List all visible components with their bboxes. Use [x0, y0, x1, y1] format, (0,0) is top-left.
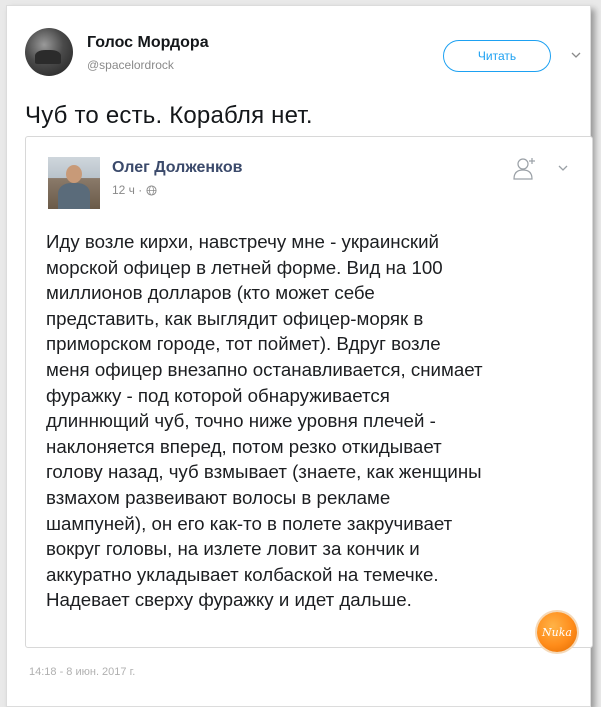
body-line: длиннющий чуб, точно ниже уровня плечей … [46, 410, 436, 432]
body-line: шампуней), он его как-то в полете закруч… [46, 512, 453, 534]
quoted-author-avatar[interactable] [48, 157, 100, 209]
body-line: взмахом развеивают волосы в рекламе [46, 486, 391, 508]
body-line: Иду возле кирхи, навстречу мне - украинс… [46, 231, 439, 252]
body-line: вокруг головы, на излете ловит за кончик… [46, 538, 420, 560]
quoted-post-meta: 12 ч · [112, 183, 157, 197]
body-line: миллионов долларов (кто может себе [46, 282, 375, 304]
tweet-date[interactable]: 14:18 - 8 июн. 2017 г. [29, 666, 135, 678]
watermark-badge: Nuka [537, 612, 577, 652]
globe-icon [146, 184, 157, 196]
body-line: представить, как выглядит офицер-моряк в [46, 307, 424, 329]
tweet-text: Чуб то есть. Корабля нет. [25, 102, 313, 129]
body-line: аккуратно укладывает колбаской на темечк… [46, 563, 439, 585]
body-line: фуражку - под которой обнаруживается [46, 384, 390, 406]
body-line: морской офицер в летней форме. Вид на 10… [46, 256, 443, 278]
body-line: меня офицер внезапно останавливается, сн… [46, 358, 483, 380]
body-line: Надевает сверху фуражку и идет дальше. [46, 589, 412, 611]
body-line: наклоняется вперед, потом резко откидыва… [46, 435, 442, 457]
tweet-card: Голос Мордора @spacelordrock Читать Чуб … [6, 5, 593, 707]
author-avatar[interactable] [25, 28, 73, 76]
quoted-post-time[interactable]: 12 ч · [112, 183, 142, 197]
author-name[interactable]: Голос Мордора [87, 34, 209, 52]
chevron-down-icon[interactable] [558, 163, 568, 173]
body-line: приморском городе, тот поймет). Вдруг во… [46, 333, 441, 355]
quoted-post-body: Иду возле кирхи, навстречу мне - украинс… [46, 229, 572, 613]
follow-button[interactable]: Читать [443, 40, 551, 72]
chevron-down-icon[interactable] [571, 50, 581, 60]
author-handle[interactable]: @spacelordrock [87, 58, 174, 72]
quoted-author-name[interactable]: Олег Долженков [112, 159, 242, 177]
quoted-post[interactable]: Олег Долженков 12 ч · Иду возле кирхи, н… [25, 136, 593, 648]
body-line: голову назад, чуб взмывает (знаете, как … [46, 461, 482, 483]
add-friend-icon[interactable] [512, 155, 538, 181]
